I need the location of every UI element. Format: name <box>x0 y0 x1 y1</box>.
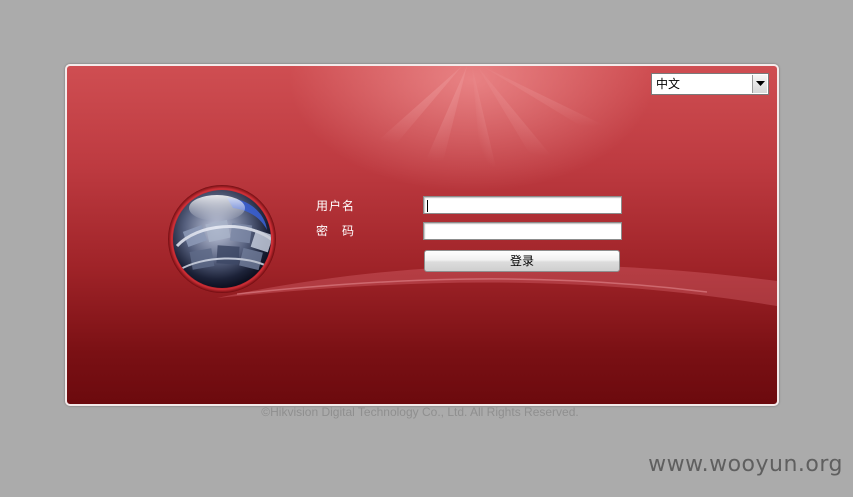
hikvision-globe-logo <box>168 185 276 293</box>
password-label: 密 码 <box>316 224 356 238</box>
text-caret <box>427 199 428 212</box>
username-input[interactable] <box>423 196 622 214</box>
login-panel: 中文 用户名 密 码 登录 <box>65 64 779 406</box>
login-button[interactable]: 登录 <box>424 250 620 272</box>
language-select-value: 中文 <box>656 77 681 91</box>
watermark-text: www.wooyun.org <box>648 452 843 477</box>
language-select[interactable]: 中文 <box>651 73 769 95</box>
copyright-text: ©Hikvision Digital Technology Co., Ltd. … <box>261 405 579 419</box>
chevron-down-icon[interactable] <box>752 75 767 93</box>
password-input[interactable] <box>423 222 622 240</box>
username-label: 用户名 <box>316 199 356 213</box>
